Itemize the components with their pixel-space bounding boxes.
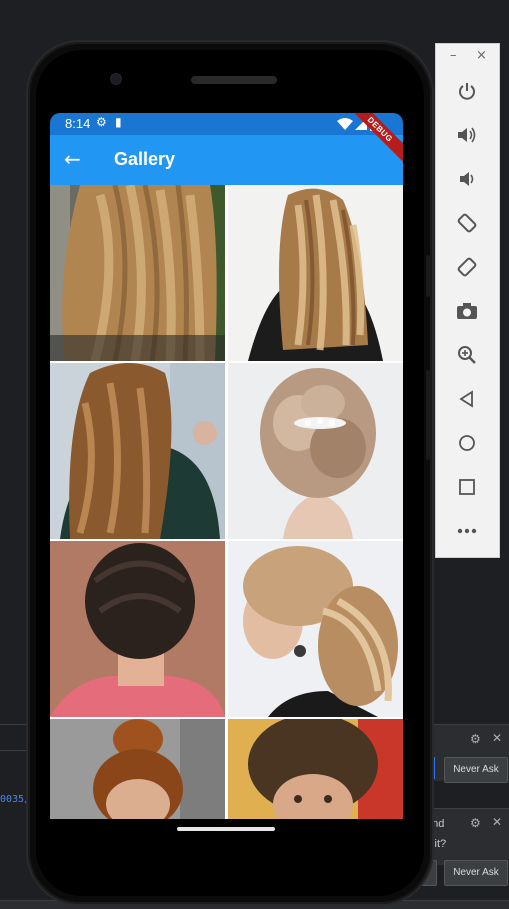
android-nav-bar — [50, 819, 403, 849]
overview-icon[interactable] — [452, 472, 482, 502]
rotate-left-icon[interactable] — [452, 208, 482, 238]
gallery-image-3[interactable] — [50, 363, 225, 539]
emulator-toolbar: – × — [435, 43, 500, 558]
front-camera — [110, 73, 122, 85]
power-icon[interactable] — [452, 76, 482, 106]
ide-divider — [0, 750, 30, 751]
gallery-image-1[interactable] — [50, 185, 225, 361]
gallery-image-4[interactable] — [228, 363, 403, 539]
never-ask-button[interactable]: Never Ask — [444, 860, 508, 886]
gallery-image-6[interactable] — [228, 541, 403, 717]
volume-down-icon[interactable] — [452, 164, 482, 194]
phone-volume-button — [426, 370, 430, 460]
close-icon[interactable]: ✕ — [492, 731, 502, 745]
gallery-image-8[interactable] — [228, 719, 403, 819]
ide-code-fragment: 0035/ — [0, 794, 31, 805]
close-icon[interactable]: ✕ — [492, 815, 502, 829]
app-bar: ← Gallery — [50, 135, 403, 185]
gallery-image-5[interactable] — [50, 541, 225, 717]
page-title: Gallery — [114, 149, 176, 169]
earpiece-speaker — [191, 76, 277, 84]
more-icon[interactable] — [452, 516, 482, 546]
gear-icon[interactable]: ⚙ — [470, 732, 481, 746]
phone-power-button — [426, 255, 430, 297]
never-ask-button[interactable]: Never Ask — [444, 757, 508, 783]
gallery-grid — [50, 185, 403, 819]
status-time: 8:14 — [65, 116, 91, 131]
arrow-back-icon[interactable]: ← — [64, 147, 81, 171]
sd-card-icon: ▮ — [115, 115, 122, 129]
back-icon[interactable] — [452, 384, 482, 414]
close-button[interactable]: × — [476, 48, 487, 63]
camera-icon[interactable] — [452, 296, 482, 326]
rotate-right-icon[interactable] — [452, 252, 482, 282]
gear-icon[interactable]: ⚙ — [470, 816, 481, 830]
home-icon[interactable] — [452, 428, 482, 458]
volume-up-icon[interactable] — [452, 120, 482, 150]
wifi-icon — [337, 118, 353, 130]
minimize-button[interactable]: – — [450, 48, 457, 63]
gallery-image-2[interactable] — [228, 185, 403, 361]
settings-gear-icon: ⚙ — [96, 115, 107, 129]
status-bar: 8:14 ⚙ ▮ — [50, 113, 403, 135]
home-gesture-pill[interactable] — [177, 827, 275, 831]
app-screen: 8:14 ⚙ ▮ ← Gallery DEBUG — [50, 113, 403, 819]
ide-divider — [0, 724, 30, 725]
gallery-image-7[interactable] — [50, 719, 225, 819]
zoom-icon[interactable] — [452, 340, 482, 370]
